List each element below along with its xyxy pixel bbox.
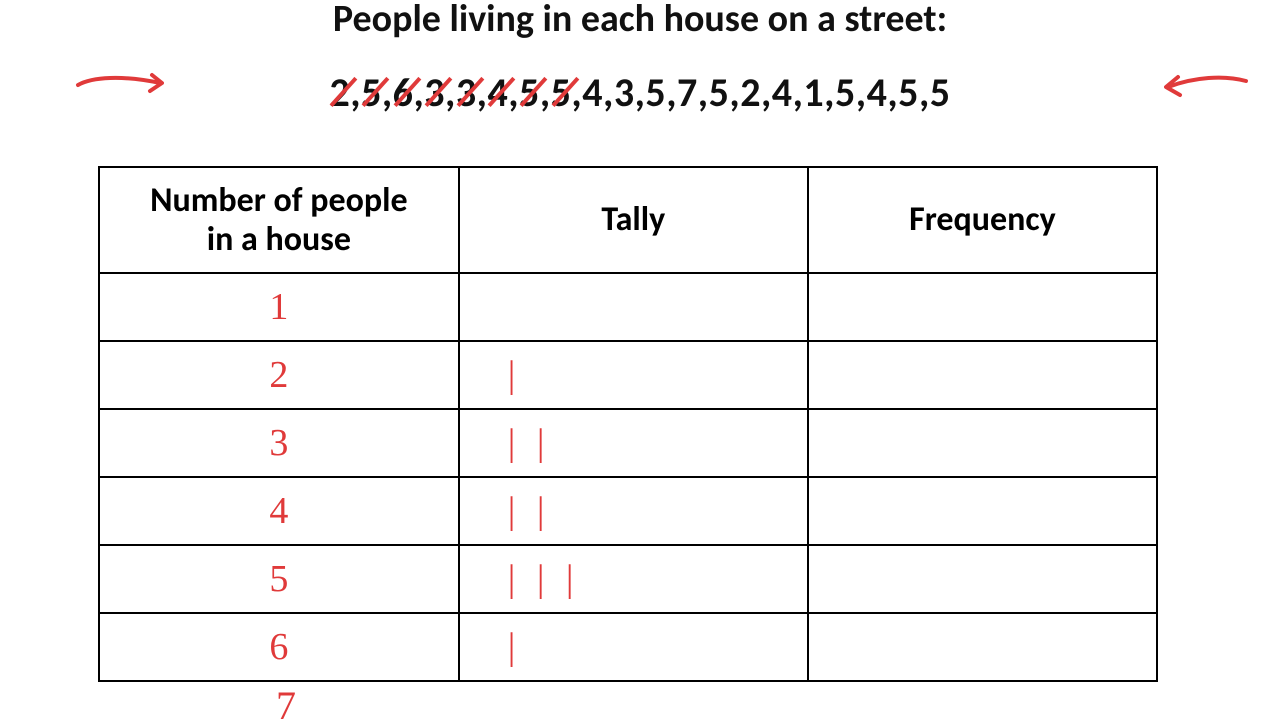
data-sequence: 2, 5, 6, 3, 3, 4, 5, 5, 4, 3, 5, 7, 5, 2…	[0, 68, 1280, 128]
sequence-number: 3	[424, 68, 445, 117]
overflow-number: 7	[276, 682, 296, 720]
sequence-number: 2	[329, 68, 350, 117]
sequence-number: 5	[551, 68, 572, 117]
sequence-number: 1	[803, 68, 824, 117]
sequence-separator: ,	[666, 68, 677, 117]
sequence-number: 5	[645, 68, 666, 117]
sequence-number: 2	[740, 68, 761, 117]
sequence-separator: ,	[350, 68, 361, 117]
sequence-number: 7	[677, 68, 698, 117]
sequence-separator: ,	[698, 68, 709, 117]
sequence-number: 5	[709, 68, 730, 117]
sequence-number: 5	[519, 68, 540, 117]
worksheet: People living in each house on a street:…	[0, 0, 1280, 716]
sequence-separator: ,	[477, 68, 488, 117]
cell-tally: | |	[459, 409, 808, 477]
table-row: 6|	[99, 613, 1157, 681]
cell-number: 1	[99, 273, 459, 341]
sequence-separator: ,	[382, 68, 393, 117]
sequence-separator: ,	[571, 68, 582, 117]
cell-frequency	[808, 273, 1157, 341]
table-row: 3| |	[99, 409, 1157, 477]
sequence-separator: ,	[729, 68, 740, 117]
cell-number: 5	[99, 545, 459, 613]
sequence-separator: ,	[540, 68, 551, 117]
table-row: 2|	[99, 341, 1157, 409]
cell-number: 2	[99, 341, 459, 409]
sequence-separator: ,	[887, 68, 898, 117]
sequence-separator: ,	[856, 68, 867, 117]
title: People living in each house on a street:	[0, 0, 1280, 42]
cell-frequency	[808, 341, 1157, 409]
sequence-separator: ,	[824, 68, 835, 117]
sequence-number: 3	[614, 68, 635, 117]
sequence-number: 4	[867, 68, 888, 117]
sequence-number: 5	[835, 68, 856, 117]
cell-tally	[459, 273, 808, 341]
sequence-number: 3	[456, 68, 477, 117]
col-header-number-l1: Number of people	[150, 180, 408, 221]
sequence-number: 5	[898, 68, 919, 117]
sequence-separator: ,	[761, 68, 772, 117]
sequence-number: 5	[930, 68, 951, 117]
cell-tally: |	[459, 613, 808, 681]
sequence-separator: ,	[919, 68, 930, 117]
cell-frequency	[808, 613, 1157, 681]
sequence-separator: ,	[413, 68, 424, 117]
sequence-separator: ,	[635, 68, 646, 117]
table-row: 1	[99, 273, 1157, 341]
sequence-number: 4	[772, 68, 793, 117]
sequence-number: 4	[582, 68, 603, 117]
col-header-number-l2: in a house	[207, 219, 351, 260]
sequence-separator: ,	[603, 68, 614, 117]
cell-tally: |	[459, 341, 808, 409]
col-header-frequency: Frequency	[808, 167, 1157, 273]
cell-frequency	[808, 477, 1157, 545]
table-row: 5| | |	[99, 545, 1157, 613]
sequence-number: 6	[393, 68, 414, 117]
sequence-separator: ,	[445, 68, 456, 117]
cell-number: 4	[99, 477, 459, 545]
frequency-table: Number of people in a house Tally Freque…	[98, 166, 1158, 682]
cell-tally: | |	[459, 477, 808, 545]
sequence-separator: ,	[508, 68, 519, 117]
cell-frequency	[808, 409, 1157, 477]
cell-frequency	[808, 545, 1157, 613]
sequence-number: 5	[361, 68, 382, 117]
sequence-separator: ,	[793, 68, 804, 117]
cell-number: 3	[99, 409, 459, 477]
cell-number: 6	[99, 613, 459, 681]
col-header-number: Number of people in a house	[99, 167, 459, 273]
sequence-number: 4	[487, 68, 508, 117]
table-row: 4| |	[99, 477, 1157, 545]
cell-tally: | | |	[459, 545, 808, 613]
col-header-tally: Tally	[459, 167, 808, 273]
